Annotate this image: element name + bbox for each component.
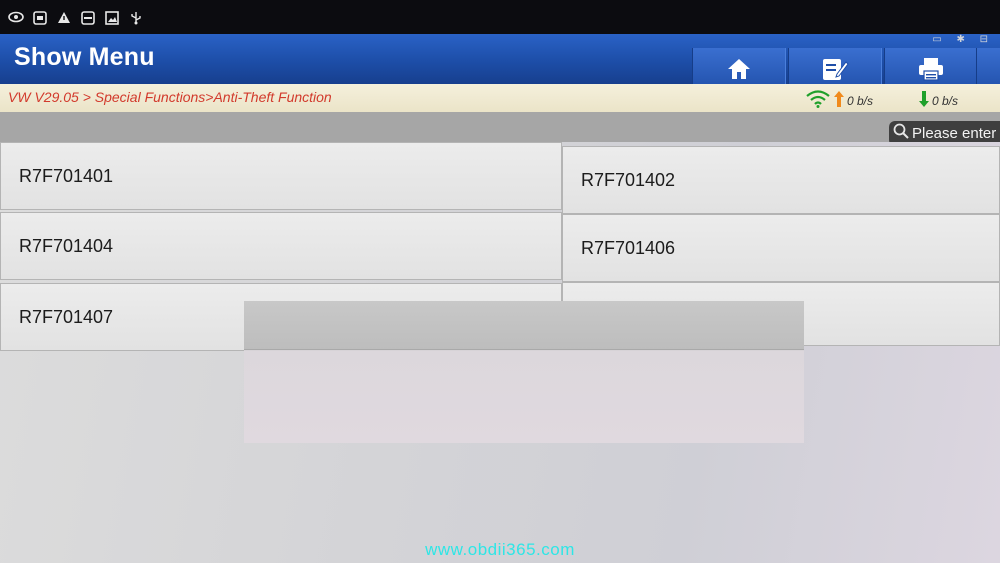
home-icon <box>726 57 752 86</box>
download-speed-value: 0 b/s <box>932 93 959 108</box>
list-item[interactable]: R7F701406 <box>562 214 1000 282</box>
list-item-label: R7F701402 <box>581 169 676 190</box>
search-input[interactable] <box>912 125 1000 142</box>
upload-speed: 0 b/s <box>805 90 873 111</box>
breadcrumb: VW V29.05 > Special Functions>Anti-Theft… <box>8 89 332 105</box>
divider <box>244 349 804 350</box>
warning-icon <box>56 11 72 25</box>
usb-icon <box>128 11 144 25</box>
edit-icon <box>821 56 849 87</box>
list-item[interactable]: R7F701404 <box>0 212 562 280</box>
breadcrumb-bar: VW V29.05 > Special Functions>Anti-Theft… <box>0 84 1000 113</box>
cast-icon <box>80 11 96 25</box>
list-item-label: R7F701406 <box>581 237 676 258</box>
app-header: Show Menu <box>0 34 1000 94</box>
list-item-label: R7F701401 <box>19 165 114 186</box>
printer-icon <box>918 57 944 86</box>
list-item[interactable]: R7F701401 <box>0 142 562 210</box>
list-item[interactable]: R7F701402 <box>562 146 1000 214</box>
wifi-icon <box>805 90 831 111</box>
search-row <box>0 112 1000 146</box>
download-arrow-icon <box>918 90 930 111</box>
page-title: Show Menu <box>14 43 155 71</box>
upload-speed-value: 0 b/s <box>847 93 874 108</box>
image-icon <box>104 11 120 25</box>
eye-icon <box>8 11 24 25</box>
search-icon <box>893 123 909 144</box>
list-item-label: R7F701404 <box>19 235 114 256</box>
status-right-icons: ▭ ✱ ⊟ <box>932 34 994 45</box>
list-item-label: R7F701407 <box>19 306 114 327</box>
status-bar <box>0 0 1000 34</box>
screen-cast-icon <box>32 11 48 25</box>
watermark-text: www.obdii365.com <box>425 540 575 559</box>
download-speed: 0 b/s <box>918 90 958 111</box>
redaction-overlay <box>244 301 804 443</box>
upload-arrow-icon <box>833 90 845 111</box>
